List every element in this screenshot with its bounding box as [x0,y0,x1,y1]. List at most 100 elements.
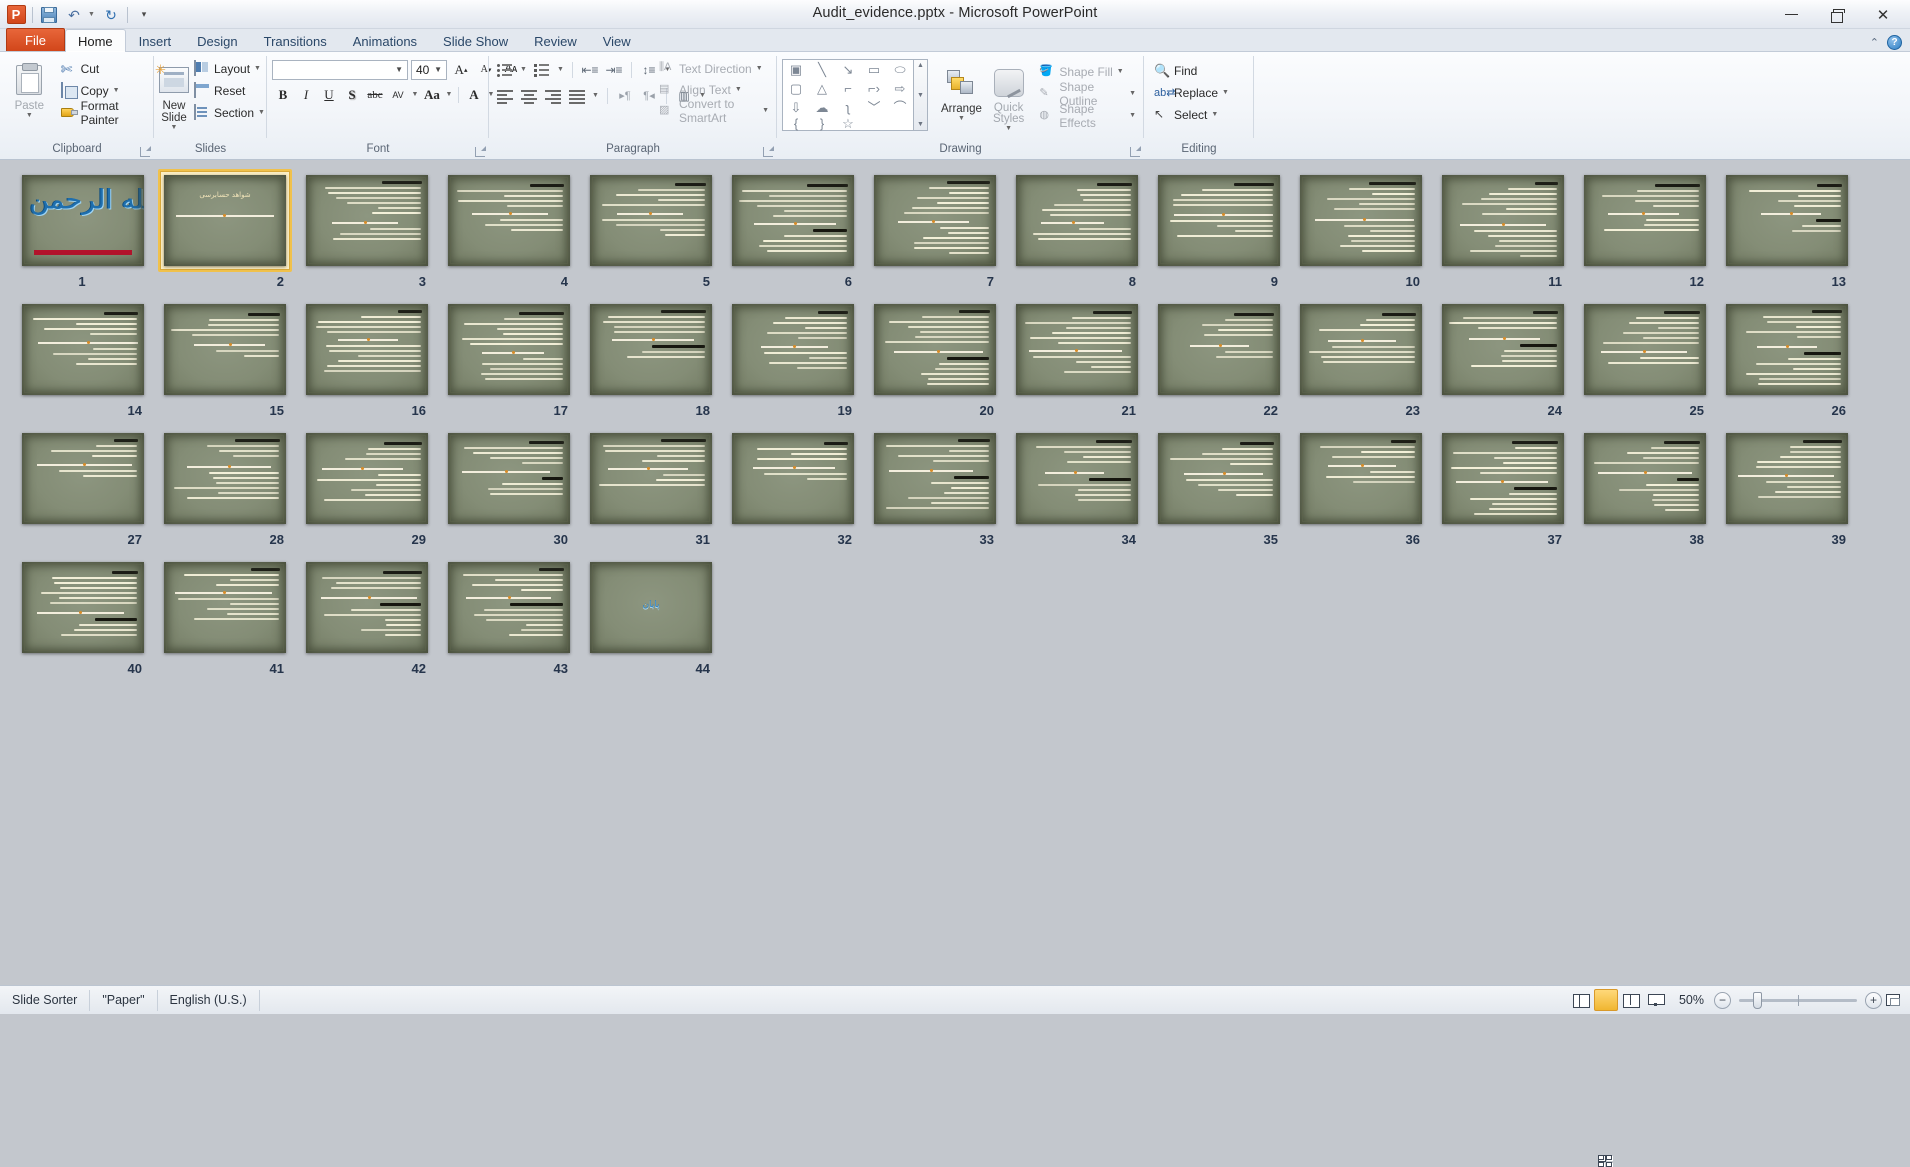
select-button[interactable]: ↖ Select ▼ [1151,104,1232,125]
select-caret-icon[interactable]: ▼ [1211,111,1218,118]
arrange-caret-icon[interactable]: ▼ [958,115,965,122]
slide-thumbnail-12[interactable] [1578,169,1712,272]
font-dialog-launcher[interactable] [475,147,485,157]
slide-preview[interactable] [874,433,996,524]
slide-thumbnail-cell[interactable]: 24 [1432,298,1574,418]
tab-transitions[interactable]: Transitions [251,30,340,52]
tab-slide-show[interactable]: Slide Show [430,30,521,52]
bullets-button[interactable] [494,59,516,80]
decrease-indent-button[interactable]: ⇤≡ [579,59,601,80]
shape-curve-icon[interactable]: ﹀ [867,101,880,114]
slide-thumbnail-13[interactable] [1720,169,1854,272]
slide-preview[interactable] [22,433,144,524]
slide-thumbnail-cell[interactable]: 39 [1716,427,1858,547]
tab-review[interactable]: Review [521,30,590,52]
slide-thumbnail-7[interactable] [868,169,1002,272]
slide-preview[interactable] [1584,433,1706,524]
slide-thumbnail-34[interactable] [1010,427,1144,530]
slide-thumbnail-cell[interactable]: 28 [154,427,296,547]
numbering-button[interactable] [531,59,553,80]
slide-preview[interactable] [448,562,570,653]
shape-line-icon[interactable]: ╲ [818,63,826,76]
slide-preview[interactable] [1726,304,1848,395]
slide-preview[interactable] [1442,175,1564,266]
slide-thumbnail-27[interactable] [16,427,150,530]
slide-thumbnail-39[interactable] [1720,427,1854,530]
slide-thumbnail-cell[interactable]: 10 [1290,169,1432,289]
slide-thumbnail-22[interactable] [1152,298,1286,401]
slide-thumbnail-21[interactable] [1010,298,1144,401]
slide-thumbnail-18[interactable] [584,298,718,401]
slide-thumbnail-5[interactable] [584,169,718,272]
drawing-dialog-launcher[interactable] [1130,147,1140,157]
shapes-gallery-scrollbar[interactable]: ▲ ▼ ▼ [914,59,928,131]
section-caret-icon[interactable]: ▼ [258,109,265,116]
slide-thumbnail-cell[interactable]: پایان44 [580,556,722,676]
slide-thumbnail-cell[interactable]: 13 [1716,169,1858,289]
shape-arrow-icon[interactable]: ↘ [843,63,854,76]
shape-oval-icon[interactable]: ⬭ [894,63,905,76]
slide-thumbnail-cell[interactable]: 25 [1574,298,1716,418]
slide-thumbnail-28[interactable] [158,427,292,530]
slide-preview[interactable] [1726,433,1848,524]
minimize-ribbon-icon[interactable]: ⌃ [1870,36,1879,49]
smartart-caret-icon[interactable]: ▼ [762,107,769,114]
shapes-gallery[interactable]: ▣ ╲ ↘ ▭ ⬭ ▢ △ ⌐ ⌐› ⇨ ⇩ ☁ ʅ ﹀ ⌒ { } [782,59,914,131]
slide-preview[interactable] [1584,304,1706,395]
shape-rectangle-icon[interactable]: ▭ [868,63,880,76]
text-shadow-button[interactable]: S [341,84,363,105]
view-normal-button[interactable] [1569,989,1593,1011]
slide-thumbnail-43[interactable] [442,556,576,659]
paste-button[interactable]: Paste ▼ [5,56,54,119]
slide-thumbnail-cell[interactable]: 33 [864,427,1006,547]
font-color-button[interactable]: A [463,84,485,105]
slide-thumbnail-1[interactable]: بسم الله الرحمن الرحيم [16,169,150,272]
tab-animations[interactable]: Animations [340,30,430,52]
align-text-caret-icon[interactable]: ▼ [735,86,742,93]
shape-arc-icon[interactable]: ⌒ [893,101,906,114]
slide-thumbnail-cell[interactable]: 6 [722,169,864,289]
slide-thumbnail-cell[interactable]: 22 [1148,298,1290,418]
new-slide-button[interactable]: ✳ New Slide ▼ [159,56,189,131]
slide-thumbnail-cell[interactable]: 18 [580,298,722,418]
slide-thumbnail-cell[interactable]: 36 [1290,427,1432,547]
gallery-more-icon[interactable]: ▼ [917,121,924,128]
slide-preview[interactable] [590,304,712,395]
slide-thumbnail-41[interactable] [158,556,292,659]
slide-thumbnail-cell[interactable]: شواهد حسابرسی2 [154,169,296,289]
shape-rounded-rect-icon[interactable]: ▢ [790,82,802,95]
slide-thumbnail-cell[interactable]: 14 [12,298,154,418]
slide-thumbnail-cell[interactable]: 4 [438,169,580,289]
slide-thumbnail-cell[interactable]: 17 [438,298,580,418]
slide-thumbnail-33[interactable] [868,427,1002,530]
slide-preview[interactable] [306,175,428,266]
slide-preview[interactable] [590,175,712,266]
zoom-in-button[interactable]: + [1865,992,1882,1009]
shape-outline-caret-icon[interactable]: ▼ [1129,90,1136,97]
slide-thumbnail-37[interactable] [1436,427,1570,530]
slide-preview[interactable] [22,562,144,653]
slide-thumbnail-cell[interactable]: 23 [1290,298,1432,418]
slide-thumbnail-cell[interactable]: 42 [296,556,438,676]
shape-left-brace-icon[interactable]: { [794,117,798,130]
slide-preview[interactable] [448,433,570,524]
slide-thumbnail-8[interactable] [1010,169,1144,272]
restore-button[interactable] [1814,3,1860,27]
slide-thumbnail-14[interactable] [16,298,150,401]
text-direction-button[interactable]: ⫼A Text Direction ▼ [656,58,772,79]
zoom-slider-handle[interactable] [1753,992,1762,1009]
view-slide-show-button[interactable] [1644,989,1668,1011]
view-slide-sorter-button[interactable] [1594,989,1618,1011]
numbering-caret-icon[interactable]: ▼ [555,59,566,80]
slide-thumbnail-cell[interactable]: 12 [1574,169,1716,289]
slide-thumbnail-20[interactable] [868,298,1002,401]
slide-thumbnail-19[interactable] [726,298,860,401]
slide-preview[interactable] [1016,433,1138,524]
slide-preview[interactable] [1158,304,1280,395]
slide-thumbnail-26[interactable] [1720,298,1854,401]
slide-thumbnail-cell[interactable]: 15 [154,298,296,418]
slide-thumbnail-3[interactable] [300,169,434,272]
tab-view[interactable]: View [590,30,644,52]
shape-down-arrow-icon[interactable]: ⇩ [791,101,802,114]
slide-preview[interactable] [448,175,570,266]
